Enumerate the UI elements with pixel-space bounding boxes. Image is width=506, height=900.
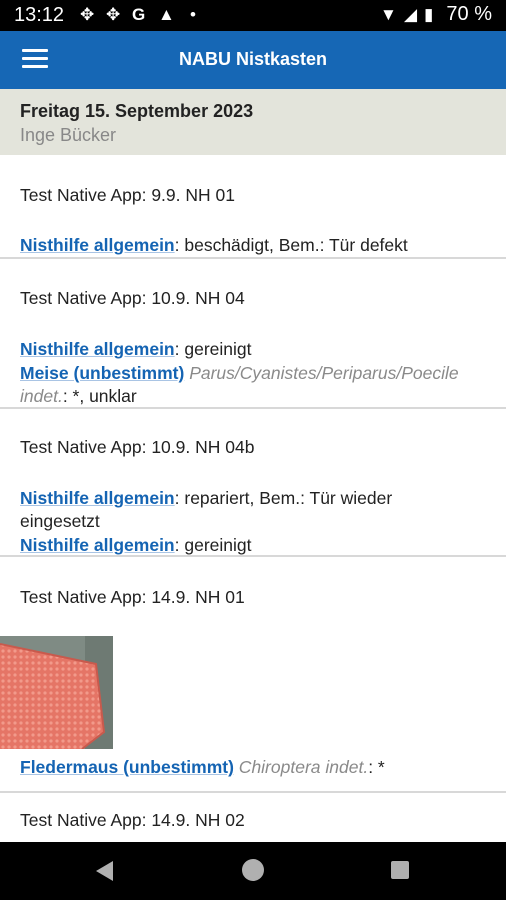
battery-icon: ▮ — [424, 5, 434, 24]
entry-row: Nisthilfe allgemein: gereinigt — [20, 339, 252, 359]
entry-title: Test Native App: 14.9. NH 01 — [20, 587, 245, 607]
entry-row: indet.: *, unklar — [20, 386, 137, 406]
list-item[interactable]: Test Native App: 9.9. NH 01 Nisthilfe al… — [0, 157, 506, 259]
app-title: NABU Nistkasten — [178, 49, 328, 69]
observer-name: Inge Bücker — [20, 125, 117, 145]
recent-apps-icon[interactable] — [391, 861, 409, 879]
scientific-name: Chiroptera indet. — [233, 757, 369, 777]
notification-icon: ✥ — [80, 5, 95, 24]
day-header: Freitag 15. September 2023 Inge Bücker — [0, 89, 506, 155]
status-bar: 13:12 ✥ ✥ G ▲ • ▼ ◢ ▮ 70 % — [0, 0, 506, 31]
entry-row: Nisthilfe allgemein: gereinigt — [20, 535, 252, 555]
entry-title: Test Native App: 14.9. NH 02 — [20, 810, 245, 830]
category-link[interactable]: Nisthilfe allgemein — [20, 488, 175, 508]
day-date: Freitag 15. September 2023 — [20, 101, 254, 121]
species-link[interactable]: Meise (unbestimmt) — [20, 363, 184, 383]
scientific-name: Parus/Cyanistes/Periparus/Poecile — [184, 363, 459, 383]
back-icon[interactable] — [96, 861, 113, 881]
entry-title: Test Native App: 10.9. NH 04 — [20, 288, 245, 308]
entry-photo[interactable] — [0, 636, 113, 749]
wifi-icon: ▼ — [380, 5, 397, 24]
category-link[interactable]: Nisthilfe allgemein — [20, 339, 175, 359]
entry-row: Nisthilfe allgemein: repariert, Bem.: Tü… — [20, 488, 393, 508]
list-item[interactable]: Test Native App: 10.9. NH 04b Nisthilfe … — [0, 409, 506, 557]
list-item[interactable]: Test Native App: 14.9. NH 01 Fledermaus … — [0, 557, 506, 793]
google-icon: G — [132, 5, 146, 24]
species-link[interactable]: Fledermaus (unbestimmt) — [20, 757, 234, 777]
photo-thumbnail — [0, 636, 113, 749]
scientific-name: indet. — [20, 386, 63, 406]
home-icon[interactable] — [242, 859, 264, 881]
app-bar: NABU Nistkasten — [0, 31, 506, 89]
notification-icon: ▲ — [158, 5, 175, 24]
entry-row: Nisthilfe allgemein: beschädigt, Bem.: T… — [20, 235, 408, 255]
entry-title: Test Native App: 10.9. NH 04b — [20, 437, 255, 457]
entry-row: Meise (unbestimmt) Parus/Cyanistes/Perip… — [20, 363, 459, 384]
category-link[interactable]: Nisthilfe allgemein — [20, 535, 175, 555]
list-item[interactable]: Test Native App: 10.9. NH 04 Nisthilfe a… — [0, 259, 506, 409]
entry-row: eingesetzt — [20, 511, 100, 531]
signal-icon: ◢ — [404, 5, 418, 24]
entry-title: Test Native App: 9.9. NH 01 — [20, 185, 235, 205]
status-time: 13:12 — [14, 4, 65, 26]
notification-icon: ✥ — [106, 5, 121, 24]
entry-row: Fledermaus (unbestimmt) Chiroptera indet… — [20, 757, 385, 777]
battery-level: 70 % — [446, 3, 492, 25]
system-nav-bar — [0, 842, 506, 900]
category-link[interactable]: Nisthilfe allgemein — [20, 235, 175, 255]
more-notifications-icon: • — [190, 5, 196, 24]
